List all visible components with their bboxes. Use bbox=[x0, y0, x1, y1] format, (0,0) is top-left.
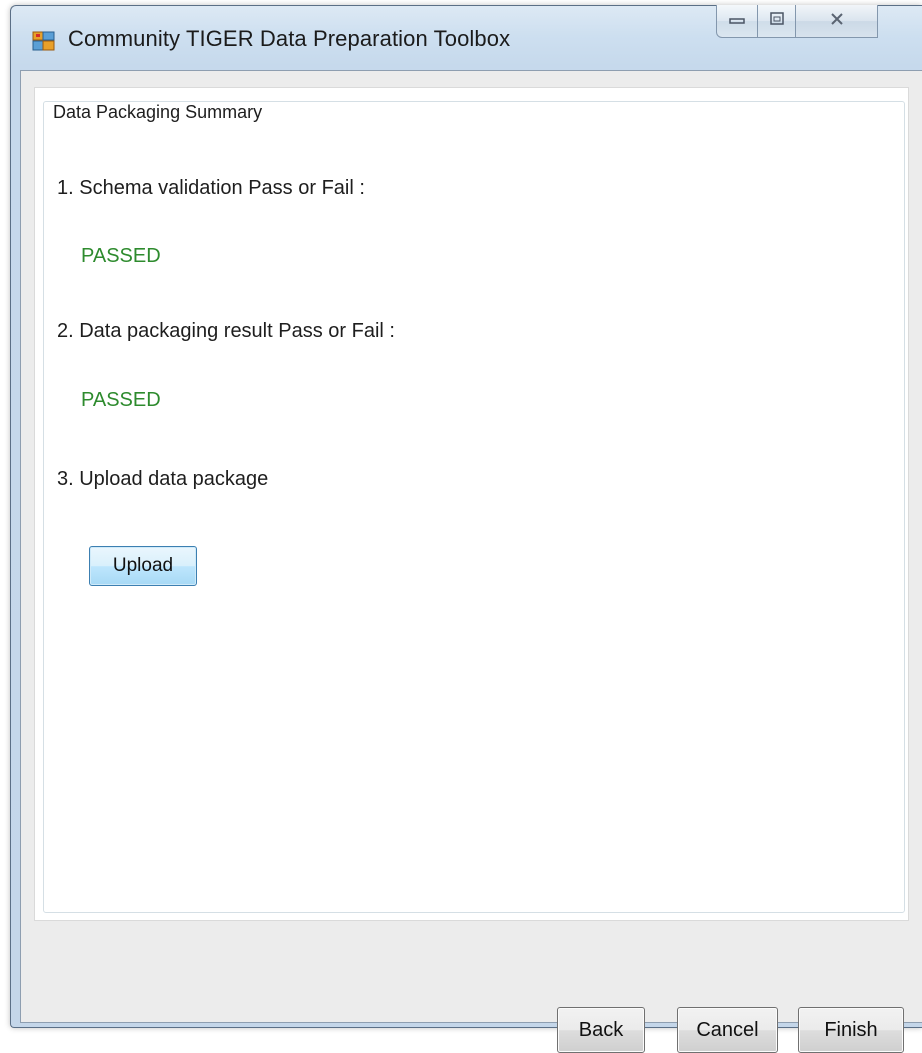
upload-button[interactable]: Upload bbox=[89, 546, 197, 586]
cancel-button[interactable]: Cancel bbox=[677, 1007, 778, 1053]
window-title: Community TIGER Data Preparation Toolbox bbox=[68, 26, 511, 51]
step-data-packaging: 2. Data packaging result Pass or Fail : bbox=[57, 320, 395, 342]
client-area: Data Packaging Summary 1. Schema validat… bbox=[20, 70, 922, 1053]
content-panel: Data Packaging Summary 1. Schema validat… bbox=[34, 87, 909, 921]
close-button[interactable] bbox=[796, 5, 878, 38]
back-button[interactable]: Back bbox=[557, 1007, 645, 1053]
app-window: Community TIGER Data Preparation Toolbox bbox=[10, 5, 922, 1053]
caption-buttons bbox=[716, 5, 922, 41]
minimize-icon bbox=[728, 12, 746, 30]
maximize-button[interactable] bbox=[758, 5, 796, 38]
title-bar[interactable]: Community TIGER Data Preparation Toolbox bbox=[11, 5, 922, 66]
finish-button[interactable]: Finish bbox=[798, 1007, 904, 1053]
group-title: Data Packaging Summary bbox=[50, 102, 266, 123]
summary-groupbox: Data Packaging Summary 1. Schema validat… bbox=[43, 101, 905, 913]
step-schema-validation: 1. Schema validation Pass or Fail : bbox=[57, 177, 365, 199]
close-icon bbox=[828, 12, 846, 31]
app-icon bbox=[32, 30, 56, 52]
minimize-button[interactable] bbox=[716, 5, 758, 38]
data-packaging-status: PASSED bbox=[81, 389, 161, 411]
schema-validation-status: PASSED bbox=[81, 245, 161, 267]
maximize-icon bbox=[768, 11, 786, 32]
step-upload: 3. Upload data package bbox=[57, 468, 269, 490]
